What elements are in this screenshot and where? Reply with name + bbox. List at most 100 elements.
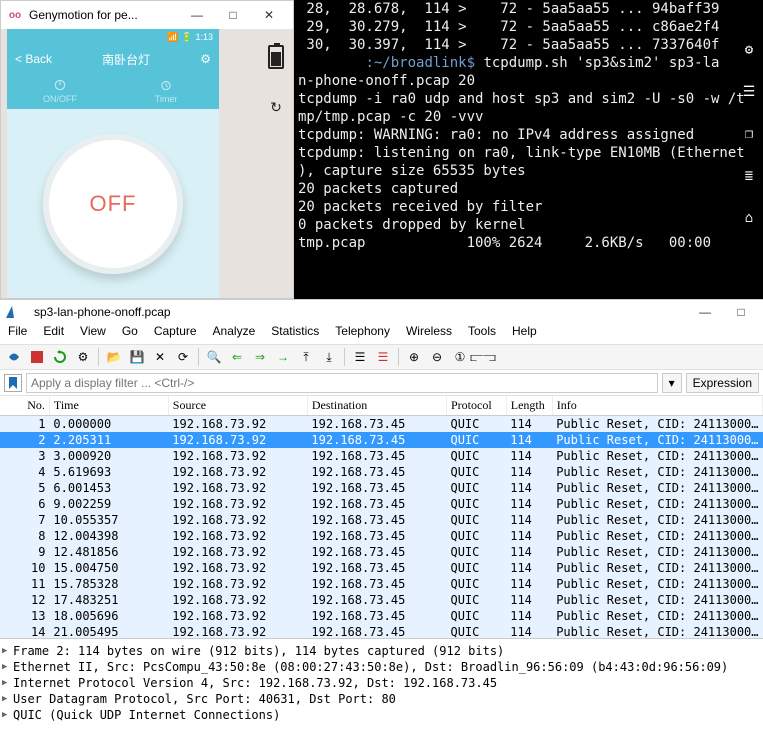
back-button[interactable]: < Back <box>15 52 52 66</box>
menu-wireless[interactable]: Wireless <box>406 324 452 344</box>
menu-go[interactable]: Go <box>122 324 138 344</box>
terminal-window[interactable]: 28, 28.678, 114 > 72 - 5aa5aa55 ... 94ba… <box>294 0 763 299</box>
tool-stop-capture-icon[interactable] <box>27 347 47 367</box>
term-line: 30, 30.397, 114 > 72 - 5aa5aa55 ... 7337… <box>298 37 719 53</box>
expression-button[interactable]: Expression <box>686 373 759 393</box>
gear-icon[interactable]: ⚙ <box>200 52 211 66</box>
tool-restart-capture-icon[interactable] <box>50 347 70 367</box>
wireshark-menubar[interactable]: File Edit View Go Capture Analyze Statis… <box>0 324 763 344</box>
packet-row[interactable]: 1015.004750192.168.73.92192.168.73.45QUI… <box>0 560 763 576</box>
caret-icon[interactable]: ▶ <box>2 675 11 691</box>
hdr-len[interactable]: Length <box>506 396 552 416</box>
packet-row[interactable]: 45.619693192.168.73.92192.168.73.45QUIC1… <box>0 464 763 480</box>
term-settings-icon[interactable]: ⚙ <box>739 40 759 60</box>
detail-ip[interactable]: Internet Protocol Version 4, Src: 192.16… <box>13 675 497 691</box>
packet-row[interactable]: 1217.483251192.168.73.92192.168.73.45QUI… <box>0 592 763 608</box>
menu-edit[interactable]: Edit <box>43 324 64 344</box>
caret-icon[interactable]: ▶ <box>2 643 11 659</box>
phone-screen[interactable]: 📶 🔋 1:13 < Back 南卧台灯 ⚙ ON/OFF <box>7 29 219 298</box>
packet-row[interactable]: 912.481856192.168.73.92192.168.73.45QUIC… <box>0 544 763 560</box>
prompt-user <box>298 55 365 71</box>
window-close-button[interactable]: ✕ <box>251 3 287 27</box>
tool-colorize-icon[interactable]: ☰ <box>373 347 393 367</box>
tool-next-icon[interactable]: ⇒ <box>250 347 270 367</box>
term-home-icon[interactable]: ⌂ <box>739 208 759 228</box>
caret-icon[interactable]: ▶ <box>2 691 11 707</box>
tool-zoom-in-icon[interactable]: ⊕ <box>404 347 424 367</box>
window-maximize-button[interactable]: □ <box>215 3 251 27</box>
packet-row[interactable]: 10.000000192.168.73.92192.168.73.45QUIC1… <box>0 416 763 433</box>
tool-start-capture-icon[interactable] <box>4 347 24 367</box>
tool-zoom-out-icon[interactable]: ⊖ <box>427 347 447 367</box>
term-windows-icon[interactable]: ❐ <box>739 124 759 144</box>
filter-bookmark-icon[interactable] <box>4 374 22 392</box>
hdr-dest[interactable]: Destination <box>307 396 446 416</box>
packet-row[interactable]: 812.004398192.168.73.92192.168.73.45QUIC… <box>0 528 763 544</box>
term-line: mp/tmp.pcap -c 20 -vvv <box>298 109 483 125</box>
menu-statistics[interactable]: Statistics <box>271 324 319 344</box>
battery-widget-icon[interactable] <box>268 45 284 69</box>
packet-row[interactable]: 22.205311192.168.73.92192.168.73.45QUIC1… <box>0 432 763 448</box>
tool-find-icon[interactable]: 🔍 <box>204 347 224 367</box>
hdr-time[interactable]: Time <box>49 396 168 416</box>
tab-timer[interactable]: Timer <box>113 73 219 109</box>
phone-statusbar: 📶 🔋 1:13 <box>7 29 219 45</box>
menu-tools[interactable]: Tools <box>468 324 496 344</box>
packet-details[interactable]: ▶Frame 2: 114 bytes on wire (912 bits), … <box>0 638 763 751</box>
term-menu-icon[interactable]: ☰ <box>739 82 759 102</box>
caret-icon[interactable]: ▶ <box>2 659 11 675</box>
tool-options-icon[interactable]: ⚙ <box>73 347 93 367</box>
detail-frame[interactable]: Frame 2: 114 bytes on wire (912 bits), 1… <box>13 643 504 659</box>
tool-prev-icon[interactable]: ⇐ <box>227 347 247 367</box>
wireshark-icon <box>4 304 20 320</box>
tool-reload-icon[interactable]: ⟳ <box>173 347 193 367</box>
packet-row[interactable]: 1421.005495192.168.73.92192.168.73.45QUI… <box>0 624 763 638</box>
menu-help[interactable]: Help <box>512 324 537 344</box>
tool-last-icon[interactable]: ⤓ <box>319 347 339 367</box>
packet-row[interactable]: 710.055357192.168.73.92192.168.73.45QUIC… <box>0 512 763 528</box>
wireshark-toolbar: ⚙ 📂 💾 ✕ ⟳ 🔍 ⇐ ⇒ → ⤒ ⤓ ☰ ☰ ⊕ ⊖ ① ⫍⫎ <box>0 344 763 370</box>
genymotion-titlebar[interactable]: oo Genymotion for pe... — □ ✕ <box>1 1 293 29</box>
term-list-icon[interactable]: ≣ <box>739 166 759 186</box>
hdr-proto[interactable]: Protocol <box>446 396 506 416</box>
window-minimize-button[interactable]: — <box>179 3 215 27</box>
packet-list[interactable]: No. Time Source Destination Protocol Len… <box>0 396 763 638</box>
tool-open-icon[interactable]: 📂 <box>104 347 124 367</box>
menu-file[interactable]: File <box>8 324 27 344</box>
tool-jump-icon[interactable]: → <box>273 347 293 367</box>
genymotion-window: oo Genymotion for pe... — □ ✕ 📶 🔋 1:13 <… <box>0 0 294 299</box>
ws-max-button[interactable]: □ <box>723 300 759 324</box>
tool-save-icon[interactable]: 💾 <box>127 347 147 367</box>
detail-udp[interactable]: User Datagram Protocol, Src Port: 40631,… <box>13 691 396 707</box>
packet-row[interactable]: 33.000920192.168.73.92192.168.73.45QUIC1… <box>0 448 763 464</box>
term-line: ), capture size 65535 bytes <box>298 163 526 179</box>
menu-capture[interactable]: Capture <box>154 324 197 344</box>
packet-row[interactable]: 1318.005696192.168.73.92192.168.73.45QUI… <box>0 608 763 624</box>
packet-row[interactable]: 56.001453192.168.73.92192.168.73.45QUIC1… <box>0 480 763 496</box>
tool-first-icon[interactable]: ⤒ <box>296 347 316 367</box>
tool-zoom-reset-icon[interactable]: ① <box>450 347 470 367</box>
detail-quic[interactable]: QUIC (Quick UDP Internet Connections) <box>13 707 280 723</box>
caret-icon[interactable]: ▶ <box>2 707 11 723</box>
menu-view[interactable]: View <box>80 324 106 344</box>
tool-autoscroll-icon[interactable]: ☰ <box>350 347 370 367</box>
tool-close-icon[interactable]: ✕ <box>150 347 170 367</box>
tab-onoff[interactable]: ON/OFF <box>7 73 113 109</box>
genymotion-sidebar: ↻ <box>259 29 293 298</box>
rotate-icon[interactable]: ↻ <box>270 99 282 116</box>
wireshark-titlebar[interactable]: sp3-lan-phone-onoff.pcap — □ <box>0 300 763 324</box>
hdr-source[interactable]: Source <box>168 396 307 416</box>
tool-resize-cols-icon[interactable]: ⫍⫎ <box>473 347 493 367</box>
detail-eth[interactable]: Ethernet II, Src: PcsCompu_43:50:8e (08:… <box>13 659 728 675</box>
ws-min-button[interactable]: — <box>687 300 723 324</box>
display-filter-input[interactable] <box>26 373 658 393</box>
hdr-no[interactable]: No. <box>0 396 49 416</box>
menu-telephony[interactable]: Telephony <box>335 324 390 344</box>
filter-dropdown-icon[interactable]: ▾ <box>662 373 682 393</box>
power-dial[interactable]: OFF <box>43 134 183 274</box>
packet-row[interactable]: 1115.785328192.168.73.92192.168.73.45QUI… <box>0 576 763 592</box>
menu-analyze[interactable]: Analyze <box>213 324 256 344</box>
packet-row[interactable]: 69.002259192.168.73.92192.168.73.45QUIC1… <box>0 496 763 512</box>
genymotion-logo-icon: oo <box>7 7 23 23</box>
hdr-info[interactable]: Info <box>552 396 762 416</box>
